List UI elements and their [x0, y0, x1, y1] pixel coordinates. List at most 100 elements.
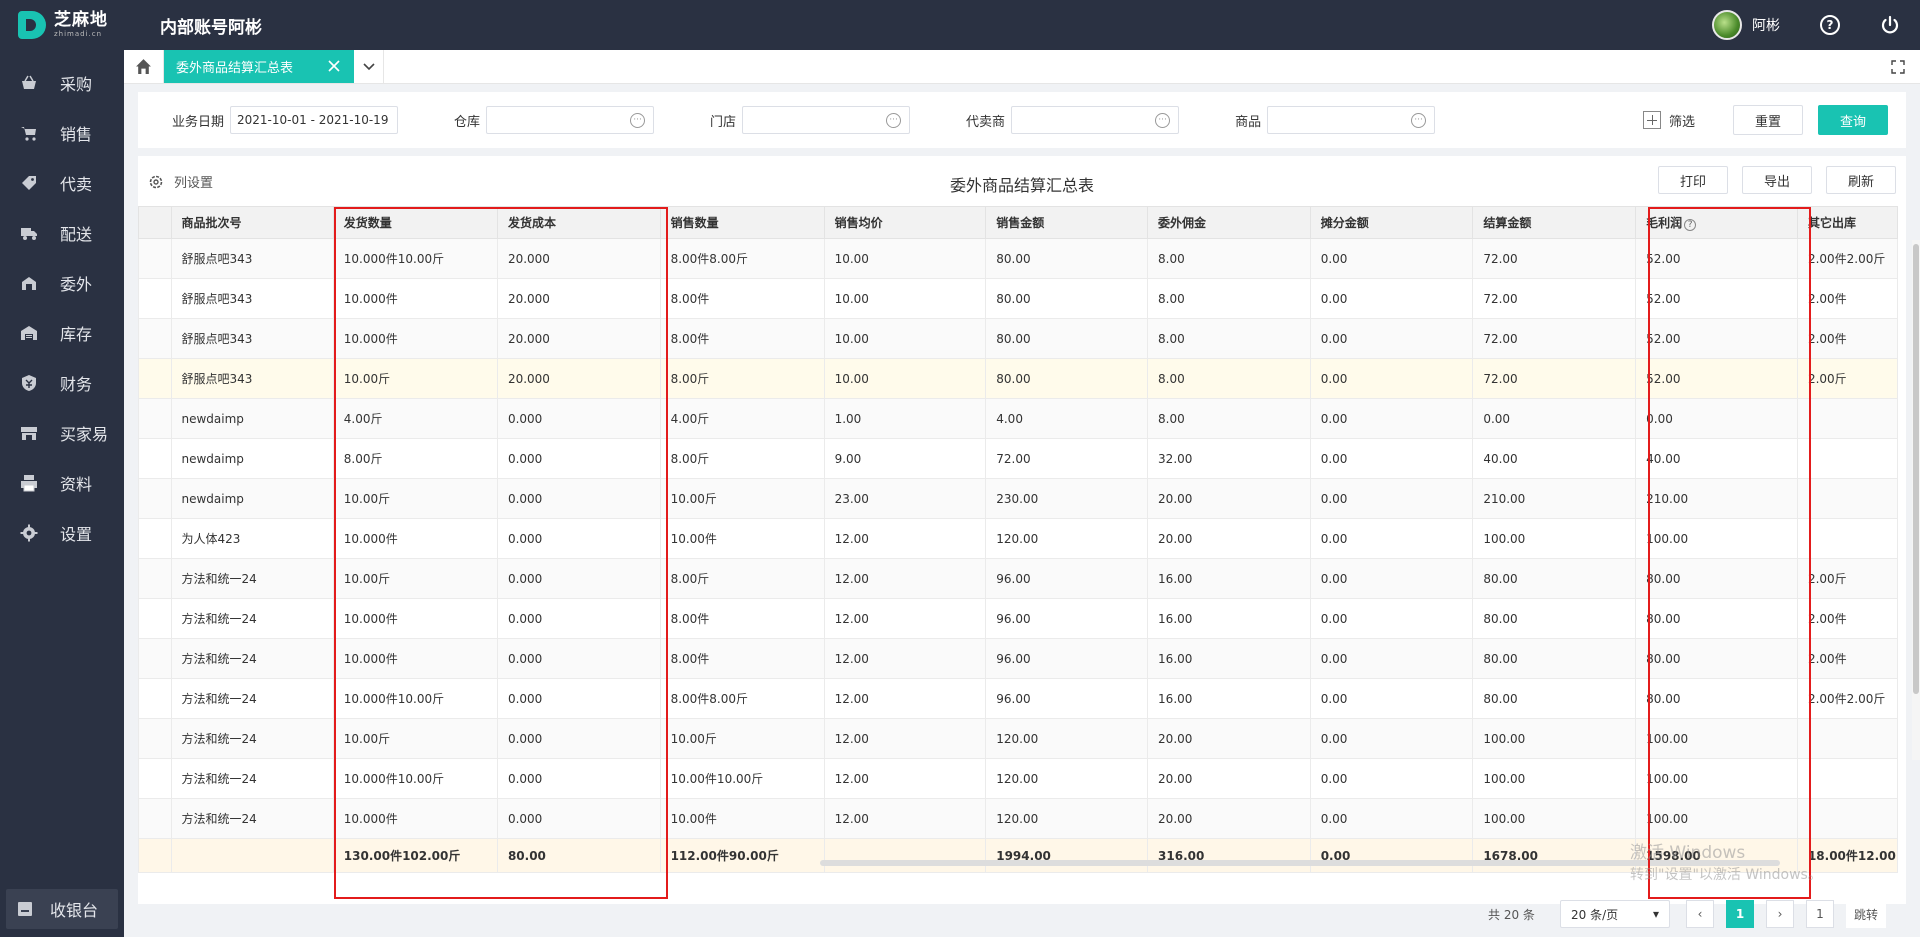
column-header[interactable]: 其它出库: [1796, 206, 1898, 239]
sidebar-item-2[interactable]: 代卖: [0, 158, 124, 208]
sidebar-item-1[interactable]: 销售: [0, 108, 124, 158]
prev-page-button[interactable]: ‹: [1686, 900, 1714, 928]
table-row[interactable]: 方法和统一24 10.000件 0.000 10.00件 12.00 120.00 20.0…: [138, 798, 1898, 839]
close-icon[interactable]: [326, 58, 342, 74]
column-header[interactable]: 发货数量: [332, 206, 498, 239]
truck-icon: [21, 228, 37, 240]
table-cell: 0.000: [496, 598, 661, 639]
column-header[interactable]: 销售数量: [659, 206, 825, 239]
table-cell: 32.00: [1147, 438, 1311, 479]
table-cell: 0.00: [1635, 398, 1798, 439]
help-icon[interactable]: ?: [1820, 15, 1840, 35]
tab-outsource-summary[interactable]: 委外商品结算汇总表: [164, 50, 354, 83]
table-cell: 210.00: [1472, 478, 1637, 519]
date-range-input[interactable]: 2021-10-01 - 2021-10-19: [230, 106, 399, 134]
power-icon[interactable]: [1880, 15, 1900, 35]
table-cell: 0.000: [496, 638, 661, 679]
print-button[interactable]: 打印: [1658, 166, 1728, 194]
sidebar-item-8[interactable]: 资料: [0, 458, 124, 508]
vertical-scrollbar[interactable]: [1912, 240, 1920, 760]
export-button[interactable]: 导出: [1742, 166, 1812, 194]
sidebar-item-7[interactable]: 买家易: [0, 408, 124, 458]
table-row[interactable]: 舒服点吧343 10.000件10.00斤 20.000 8.00件8.00斤 10.0…: [138, 238, 1898, 279]
username[interactable]: 阿彬: [1752, 15, 1780, 35]
column-header[interactable]: 委外佣金: [1147, 206, 1311, 239]
column-header[interactable]: 销售金额: [985, 206, 1149, 239]
table-cell: 23.00: [823, 478, 987, 519]
store-input[interactable]: ···: [742, 106, 911, 134]
table-cell: [138, 638, 172, 679]
fullscreen-button[interactable]: [1876, 50, 1920, 83]
table-row[interactable]: 为人体423 10.000件 0.000 10.00件 12.00 120.00 20.00…: [138, 518, 1898, 559]
sidebar-item-0[interactable]: 采购: [0, 58, 124, 108]
table-row[interactable]: newdaimp 8.00斤 0.000 8.00斤 9.00 72.00 32.00 0.0…: [138, 438, 1898, 479]
table-cell: 100.00: [1635, 518, 1798, 559]
table-cell: 80.00: [1472, 558, 1637, 599]
tab-dropdown-button[interactable]: [354, 50, 384, 83]
gear-icon: [20, 524, 38, 542]
agent-input[interactable]: ···: [1011, 106, 1180, 134]
avatar[interactable]: [1712, 10, 1742, 40]
basket-icon: [22, 75, 36, 89]
column-header[interactable]: 结算金额: [1472, 206, 1637, 239]
tag-icon: [22, 176, 36, 190]
jump-page-input[interactable]: 1: [1806, 900, 1834, 928]
table-row[interactable]: 方法和统一24 10.000件 0.000 8.00件 12.00 96.00 16.00 0…: [138, 638, 1898, 679]
page-size-value: 20 条/页: [1571, 907, 1619, 922]
home-button[interactable]: [124, 50, 164, 83]
sidebar-item-6[interactable]: 财务: [0, 358, 124, 408]
sidebar-item-label: 采购: [60, 75, 93, 94]
page-1-button[interactable]: 1: [1726, 900, 1754, 928]
table-row[interactable]: 方法和统一24 10.000件10.00斤 0.000 8.00件8.00斤 12.00…: [138, 678, 1898, 719]
sidebar-item-5[interactable]: 库存: [0, 308, 124, 358]
table-row[interactable]: 方法和统一24 10.00斤 0.000 10.00斤 12.00 120.00 20.00…: [138, 718, 1898, 759]
reset-button[interactable]: 重置: [1733, 105, 1803, 135]
refresh-button[interactable]: 刷新: [1826, 166, 1896, 194]
table-row[interactable]: 舒服点吧343 10.00斤 20.000 8.00斤 10.00 80.00 8.00 0.…: [138, 358, 1898, 399]
table-cell: 8.00件: [659, 318, 825, 359]
pager-controls: ‹ 1 › 1 跳转: [1686, 900, 1886, 928]
table-row[interactable]: 舒服点吧343 10.000件 20.000 8.00件 10.00 80.00 8.00 0…: [138, 318, 1898, 359]
column-header[interactable]: 发货成本: [496, 206, 661, 239]
help-icon[interactable]: ?: [1684, 219, 1697, 231]
table-cell: [138, 518, 172, 559]
column-header[interactable]: [138, 206, 172, 239]
sidebar-item-3[interactable]: 配送: [0, 208, 124, 258]
report-title: 委外商品结算汇总表: [949, 176, 1094, 195]
logo[interactable]: 芝麻地 zhimadi.cn: [0, 0, 124, 50]
column-header[interactable]: 销售均价: [823, 206, 987, 239]
next-page-button[interactable]: ›: [1766, 900, 1794, 928]
column-header[interactable]: 毛利润?: [1635, 206, 1798, 239]
jump-button[interactable]: 跳转: [1846, 900, 1886, 928]
table-row[interactable]: newdaimp 10.00斤 0.000 10.00斤 23.00 230.00 20.0…: [138, 478, 1898, 519]
sidebar-item-9[interactable]: 设置: [0, 508, 124, 558]
more-icon[interactable]: ···: [1155, 113, 1171, 128]
table-row[interactable]: newdaimp 4.00斤 0.000 4.00斤 1.00 4.00 8.00 0.00 0…: [138, 398, 1898, 439]
product-input[interactable]: ···: [1267, 106, 1436, 134]
more-icon[interactable]: ···: [630, 113, 646, 128]
filter-toggle[interactable]: 筛选: [1642, 111, 1695, 130]
cashier-button[interactable]: 收银台: [6, 889, 118, 929]
table-cell: 12.00: [823, 678, 987, 719]
more-icon[interactable]: ···: [1411, 113, 1427, 128]
table-cell: 16.00: [1147, 678, 1311, 719]
sidebar-item-4[interactable]: 委外: [0, 258, 124, 308]
table-cell: 80.00: [985, 358, 1149, 399]
table-row[interactable]: 方法和统一24 10.000件 0.000 8.00件 12.00 96.00 16.00 0…: [138, 598, 1898, 639]
table-row[interactable]: 方法和统一24 10.000件10.00斤 0.000 10.00件10.00斤 12.…: [138, 758, 1898, 799]
table-cell: 2.00件: [1796, 598, 1898, 639]
table-cell: 0.00: [1309, 358, 1474, 399]
column-header[interactable]: 商品批次号: [170, 206, 334, 239]
page-size-select[interactable]: 20 条/页 ▾: [1560, 900, 1670, 928]
query-button[interactable]: 查询: [1818, 105, 1888, 135]
table-cell: 12.00: [823, 798, 987, 839]
warehouse-input[interactable]: ···: [486, 106, 655, 134]
table-cell: 10.000件: [332, 638, 498, 679]
table-row[interactable]: 舒服点吧343 10.000件 20.000 8.00件 10.00 80.00 8.00 0…: [138, 278, 1898, 319]
table-row[interactable]: 方法和统一24 10.00斤 0.000 8.00斤 12.00 96.00 16.00 0.…: [138, 558, 1898, 599]
column-header[interactable]: 摊分金额: [1309, 206, 1474, 239]
store-label: 门店: [710, 114, 737, 130]
table-cell: [1796, 798, 1898, 839]
logo-domain: zhimadi.cn: [54, 30, 103, 38]
more-icon[interactable]: ···: [886, 113, 902, 128]
